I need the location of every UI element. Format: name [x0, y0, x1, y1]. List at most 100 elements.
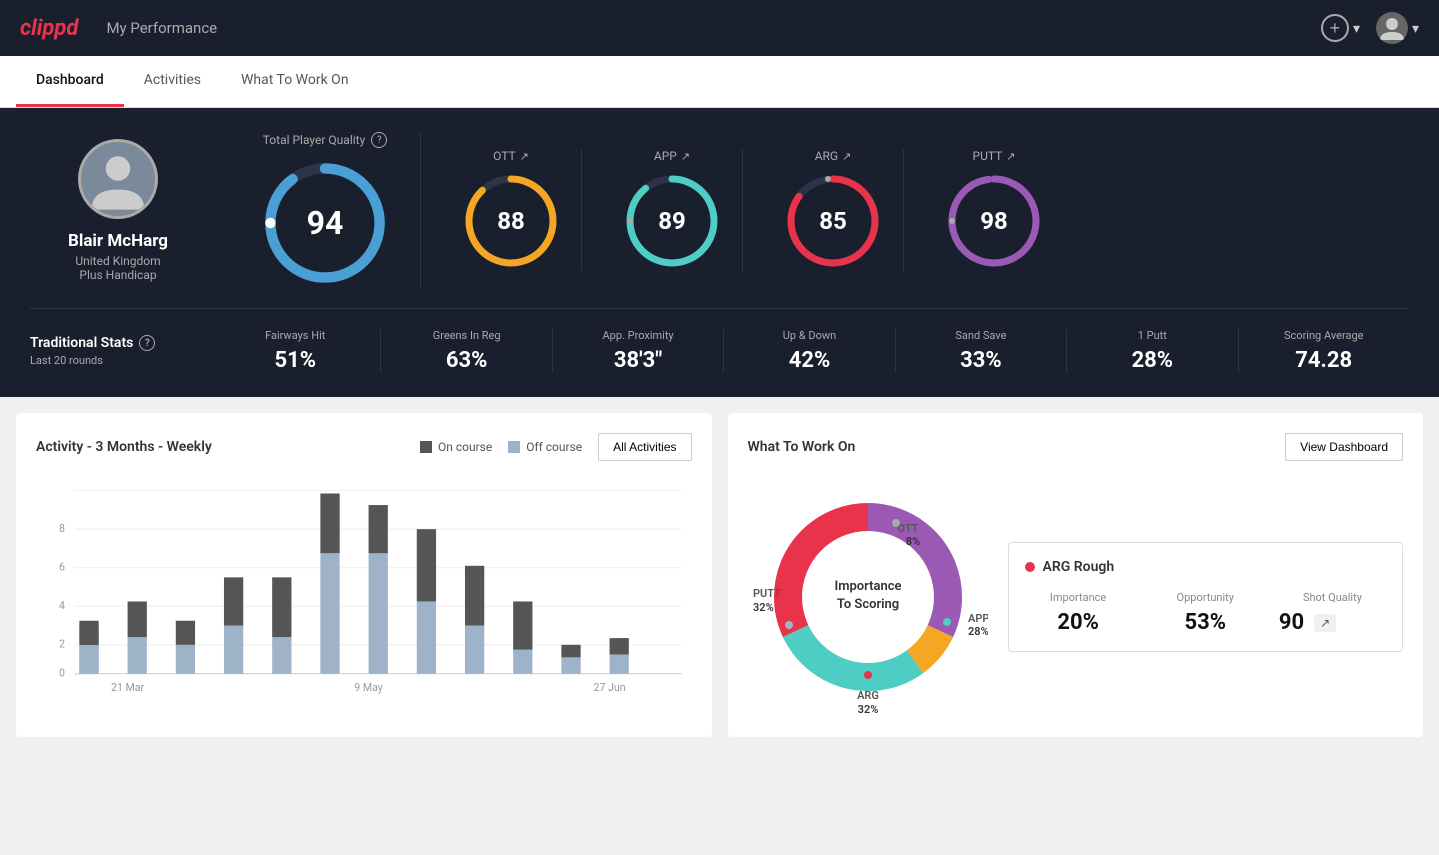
svg-text:PUTT: PUTT	[753, 587, 781, 600]
total-quality-section: Total Player Quality ? 94	[230, 132, 421, 288]
add-button[interactable]: + ▾	[1321, 14, 1360, 42]
svg-text:OTT: OTT	[897, 522, 918, 535]
plus-circle-icon: +	[1321, 14, 1349, 42]
svg-text:Importance: Importance	[834, 579, 901, 594]
svg-text:32%: 32%	[857, 703, 878, 716]
arg-label: ARG ↗	[815, 149, 852, 163]
app-gauge: 89	[622, 171, 722, 271]
activity-chart-panel: Activity - 3 Months - Weekly On course O…	[16, 413, 712, 737]
avatar	[1376, 12, 1408, 44]
stat-sandsave: Sand Save 33%	[896, 329, 1067, 373]
page-title: My Performance	[106, 19, 217, 37]
gauge-putt: PUTT ↗ 98	[924, 149, 1064, 271]
total-quality-value: 94	[307, 204, 344, 242]
work-on-header: What To Work On View Dashboard	[748, 433, 1404, 461]
putt-value: 98	[980, 207, 1008, 235]
svg-text:ARG: ARG	[857, 689, 879, 702]
metric-gauges: OTT ↗ 88 APP ↗	[421, 149, 1084, 271]
on-course-color	[420, 441, 432, 453]
work-stat-shot-quality: Shot Quality 90 ↗	[1279, 591, 1386, 635]
stats-title: Traditional Stats ?	[30, 335, 210, 351]
svg-text:28%: 28%	[968, 625, 988, 638]
app-trend-icon: ↗	[681, 150, 690, 163]
legend-on-course: On course	[420, 440, 492, 454]
stat-fairways: Fairways Hit 51%	[210, 329, 381, 373]
chart-header: Activity - 3 Months - Weekly On course O…	[36, 433, 692, 461]
app-logo: clippd	[20, 16, 78, 41]
player-handicap: Plus Handicap	[79, 268, 156, 282]
tab-what-to-work-on[interactable]: What To Work On	[221, 56, 369, 107]
work-card-stats: Importance 20% Opportunity 53% Shot Qual…	[1025, 591, 1387, 635]
all-activities-button[interactable]: All Activities	[598, 433, 691, 461]
app-label: APP ↗	[654, 149, 690, 163]
stat-greens: Greens In Reg 63%	[381, 329, 552, 373]
total-quality-label: Total Player Quality ?	[263, 132, 388, 148]
work-card-title: ARG Rough	[1025, 559, 1387, 575]
ott-gauge: 88	[461, 171, 561, 271]
off-course-color	[508, 441, 520, 453]
hero-top-row: Blair McHarg United Kingdom Plus Handica…	[30, 132, 1409, 288]
svg-text:4: 4	[59, 599, 65, 612]
putt-label: PUTT ↗	[973, 149, 1016, 163]
donut-chart-container: Importance To Scoring OTT 8% APP 28% ARG…	[748, 477, 988, 717]
ott-label: OTT ↗	[493, 149, 529, 163]
chart-area: 0 2 4 6 8	[36, 477, 692, 697]
tab-dashboard[interactable]: Dashboard	[16, 56, 124, 107]
arg-trend-icon: ↗	[842, 150, 851, 163]
player-info: Blair McHarg United Kingdom Plus Handica…	[30, 139, 230, 282]
view-dashboard-button[interactable]: View Dashboard	[1285, 433, 1403, 461]
ott-value: 88	[497, 207, 525, 235]
app-value: 89	[658, 207, 686, 235]
bar-chart: 0 2 4 6 8	[36, 477, 692, 697]
svg-text:8: 8	[59, 522, 65, 535]
gauge-ott: OTT ↗ 88	[441, 149, 582, 271]
logo-area: clippd My Performance	[20, 16, 217, 41]
tab-activities[interactable]: Activities	[124, 56, 221, 107]
legend-off-course: Off course	[508, 440, 582, 454]
header-actions: + ▾ ▾	[1321, 12, 1419, 44]
putt-gauge: 98	[944, 171, 1044, 271]
red-dot-icon	[1025, 562, 1035, 572]
work-on-panel: What To Work On View Dashboard	[728, 413, 1424, 737]
svg-text:APP: APP	[968, 612, 988, 625]
svg-text:9 May: 9 May	[354, 681, 383, 694]
add-chevron: ▾	[1353, 20, 1360, 37]
chart-legend: On course Off course	[420, 440, 582, 454]
stat-items: Fairways Hit 51% Greens In Reg 63% App. …	[210, 329, 1409, 373]
player-name: Blair McHarg	[68, 231, 168, 251]
header: clippd My Performance + ▾ ▾	[0, 0, 1439, 56]
svg-text:2: 2	[59, 638, 65, 651]
stats-label-section: Traditional Stats ? Last 20 rounds	[30, 335, 210, 367]
svg-text:27 Jun: 27 Jun	[594, 681, 626, 694]
user-menu-button[interactable]: ▾	[1376, 12, 1419, 44]
stats-info-icon[interactable]: ?	[139, 335, 155, 351]
work-card: ARG Rough Importance 20% Opportunity 53%…	[1008, 542, 1404, 652]
bottom-panels: Activity - 3 Months - Weekly On course O…	[0, 397, 1439, 753]
stat-proximity: App. Proximity 38'3"	[553, 329, 724, 373]
svg-text:8%: 8%	[905, 535, 919, 548]
hero-section: Blair McHarg United Kingdom Plus Handica…	[0, 108, 1439, 397]
stat-oneputt: 1 Putt 28%	[1067, 329, 1238, 373]
donut-chart: Importance To Scoring OTT 8% APP 28% ARG…	[748, 477, 988, 717]
total-quality-gauge: 94	[260, 158, 390, 288]
gauge-app: APP ↗ 89	[602, 149, 743, 271]
arg-gauge: 85	[783, 171, 883, 271]
svg-text:0: 0	[59, 667, 65, 680]
work-content: Importance To Scoring OTT 8% APP 28% ARG…	[748, 477, 1404, 717]
stat-updown: Up & Down 42%	[724, 329, 895, 373]
svg-text:21 Mar: 21 Mar	[111, 681, 145, 694]
putt-trend-icon: ↗	[1006, 150, 1015, 163]
work-stat-opportunity: Opportunity 53%	[1152, 591, 1259, 635]
player-country: United Kingdom	[75, 254, 160, 268]
work-on-title: What To Work On	[748, 439, 856, 455]
ott-trend-icon: ↗	[520, 150, 529, 163]
avatar	[78, 139, 158, 219]
arg-value: 85	[819, 207, 847, 235]
info-icon[interactable]: ?	[371, 132, 387, 148]
stats-subtitle: Last 20 rounds	[30, 354, 210, 367]
gauge-arg: ARG ↗ 85	[763, 149, 904, 271]
shot-quality-badge: ↗	[1314, 614, 1336, 632]
svg-text:To Scoring: To Scoring	[836, 597, 898, 612]
user-chevron: ▾	[1412, 20, 1419, 37]
svg-text:6: 6	[59, 561, 65, 574]
